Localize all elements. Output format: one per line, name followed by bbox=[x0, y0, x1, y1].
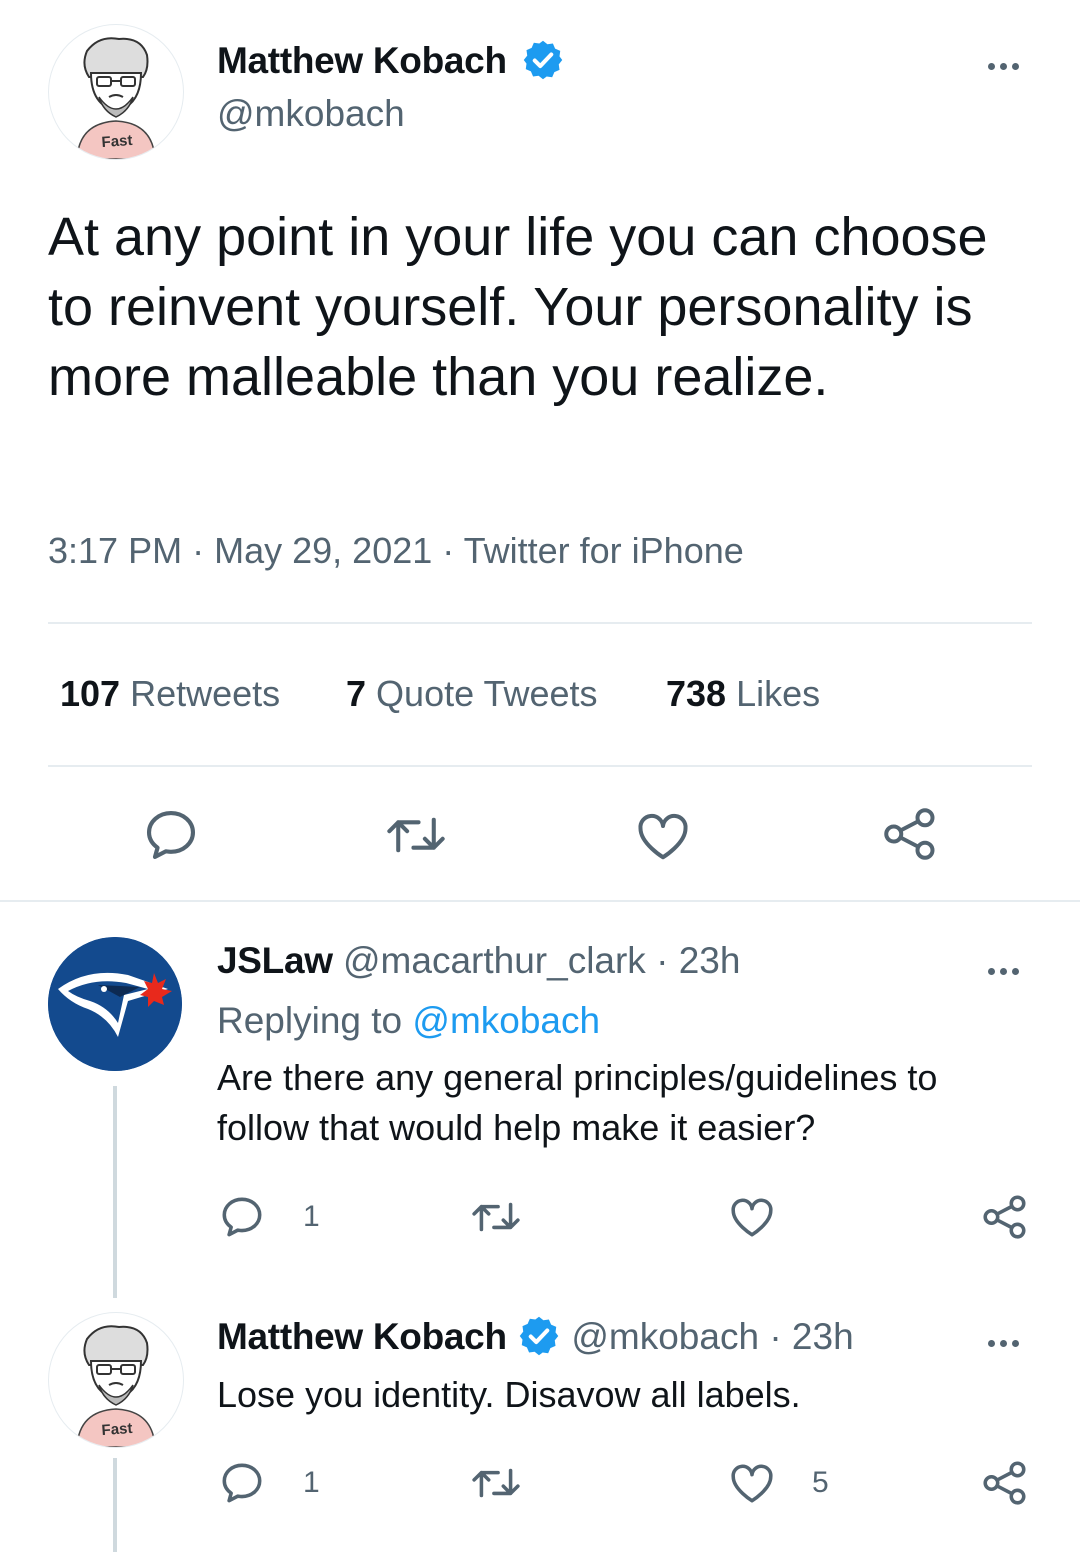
likes-stat[interactable]: 738 Likes bbox=[666, 673, 820, 715]
author-name[interactable]: Matthew Kobach bbox=[217, 40, 507, 81]
reply-button[interactable]: 1 bbox=[217, 1192, 320, 1242]
share-icon bbox=[884, 808, 935, 860]
like-button[interactable] bbox=[726, 1192, 778, 1242]
reply-time[interactable]: · 23h bbox=[656, 940, 740, 981]
tweet-source[interactable]: Twitter for iPhone bbox=[464, 530, 744, 571]
reply-icon bbox=[146, 810, 196, 860]
tweet-time: 3:17 PM bbox=[48, 530, 183, 571]
like-button[interactable] bbox=[633, 806, 693, 866]
reply-time[interactable]: · 23h bbox=[769, 1316, 853, 1357]
verified-badge-icon bbox=[523, 40, 562, 80]
thread-line bbox=[113, 1458, 117, 1552]
more-icon[interactable] bbox=[985, 57, 1021, 75]
retweet-icon bbox=[472, 1468, 520, 1498]
tweet-text: At any point in your life you can choose… bbox=[48, 207, 988, 407]
likes-count: 738 bbox=[666, 673, 727, 714]
divider bbox=[0, 900, 1080, 902]
reply-avatar[interactable] bbox=[48, 937, 182, 1071]
reply-count: 1 bbox=[303, 1466, 320, 1499]
retweets-label: Retweets bbox=[130, 673, 281, 714]
meta-separator: · bbox=[192, 530, 205, 571]
author-avatar[interactable]: Fast bbox=[48, 24, 184, 160]
retweet-icon bbox=[472, 1202, 520, 1232]
reply-author-name[interactable]: Matthew Kobach bbox=[217, 1316, 507, 1357]
blue-jays-logo bbox=[48, 937, 182, 1071]
divider bbox=[48, 765, 1032, 767]
reply-text: Lose you identity. Disavow all labels. bbox=[217, 1374, 801, 1415]
more-icon[interactable] bbox=[985, 1334, 1021, 1352]
quote-tweets-label: Quote Tweets bbox=[376, 673, 598, 714]
retweets-stat[interactable]: 107 Retweets bbox=[60, 673, 280, 715]
thread-line bbox=[113, 1086, 117, 1298]
more-icon[interactable] bbox=[985, 962, 1021, 980]
reply-text: Are there any general principles/guideli… bbox=[217, 1057, 938, 1148]
likes-label: Likes bbox=[736, 673, 821, 714]
divider bbox=[48, 622, 1032, 624]
reply-header: Matthew Kobach @mkobach · 23h bbox=[217, 1316, 854, 1358]
like-button[interactable]: 5 bbox=[726, 1458, 829, 1508]
meta-separator: · bbox=[442, 530, 455, 571]
author-handle[interactable]: @mkobach bbox=[217, 93, 405, 135]
share-icon bbox=[983, 1195, 1026, 1239]
reply-header: JSLaw @macarthur_clark · 23h bbox=[217, 940, 740, 982]
avatar-shirt-label: Fast bbox=[101, 131, 133, 152]
like-icon bbox=[731, 1198, 773, 1237]
reply-icon bbox=[222, 1197, 262, 1237]
reply-author-handle[interactable]: @macarthur_clark bbox=[343, 940, 646, 981]
verified-badge-icon bbox=[519, 1316, 559, 1356]
reply-author-handle[interactable]: @mkobach bbox=[571, 1316, 759, 1357]
reply-author-name[interactable]: JSLaw bbox=[217, 940, 333, 981]
quote-tweets-stat[interactable]: 7 Quote Tweets bbox=[346, 673, 598, 715]
reply-button[interactable]: 1 bbox=[217, 1458, 320, 1508]
tweet-meta: 3:17 PM · May 29, 2021 · Twitter for iPh… bbox=[48, 530, 744, 572]
like-count: 5 bbox=[812, 1466, 829, 1499]
share-icon bbox=[983, 1461, 1026, 1505]
tweet-date: May 29, 2021 bbox=[214, 530, 433, 571]
share-button[interactable] bbox=[980, 1192, 1030, 1242]
quote-tweets-count: 7 bbox=[346, 673, 367, 714]
retweet-button[interactable] bbox=[468, 1192, 524, 1242]
share-button[interactable] bbox=[980, 1458, 1030, 1508]
retweet-button[interactable] bbox=[468, 1458, 524, 1508]
reply-icon bbox=[222, 1463, 262, 1503]
reply-count: 1 bbox=[303, 1200, 320, 1233]
reply-avatar[interactable]: Fast bbox=[48, 1312, 184, 1448]
like-icon bbox=[638, 813, 688, 860]
replying-to: Replying to @mkobach bbox=[217, 1000, 600, 1042]
retweet-button[interactable] bbox=[383, 804, 449, 866]
replying-to-prefix: Replying to bbox=[217, 1000, 403, 1041]
author-name-row[interactable]: Matthew Kobach bbox=[217, 40, 565, 82]
share-button[interactable] bbox=[880, 804, 940, 864]
retweet-icon bbox=[387, 817, 445, 853]
replying-to-handle[interactable]: @mkobach bbox=[412, 1000, 600, 1041]
reply-button[interactable] bbox=[140, 804, 202, 866]
retweets-count: 107 bbox=[60, 673, 121, 714]
like-icon bbox=[731, 1464, 773, 1503]
avatar-shirt-label: Fast bbox=[101, 1419, 133, 1440]
